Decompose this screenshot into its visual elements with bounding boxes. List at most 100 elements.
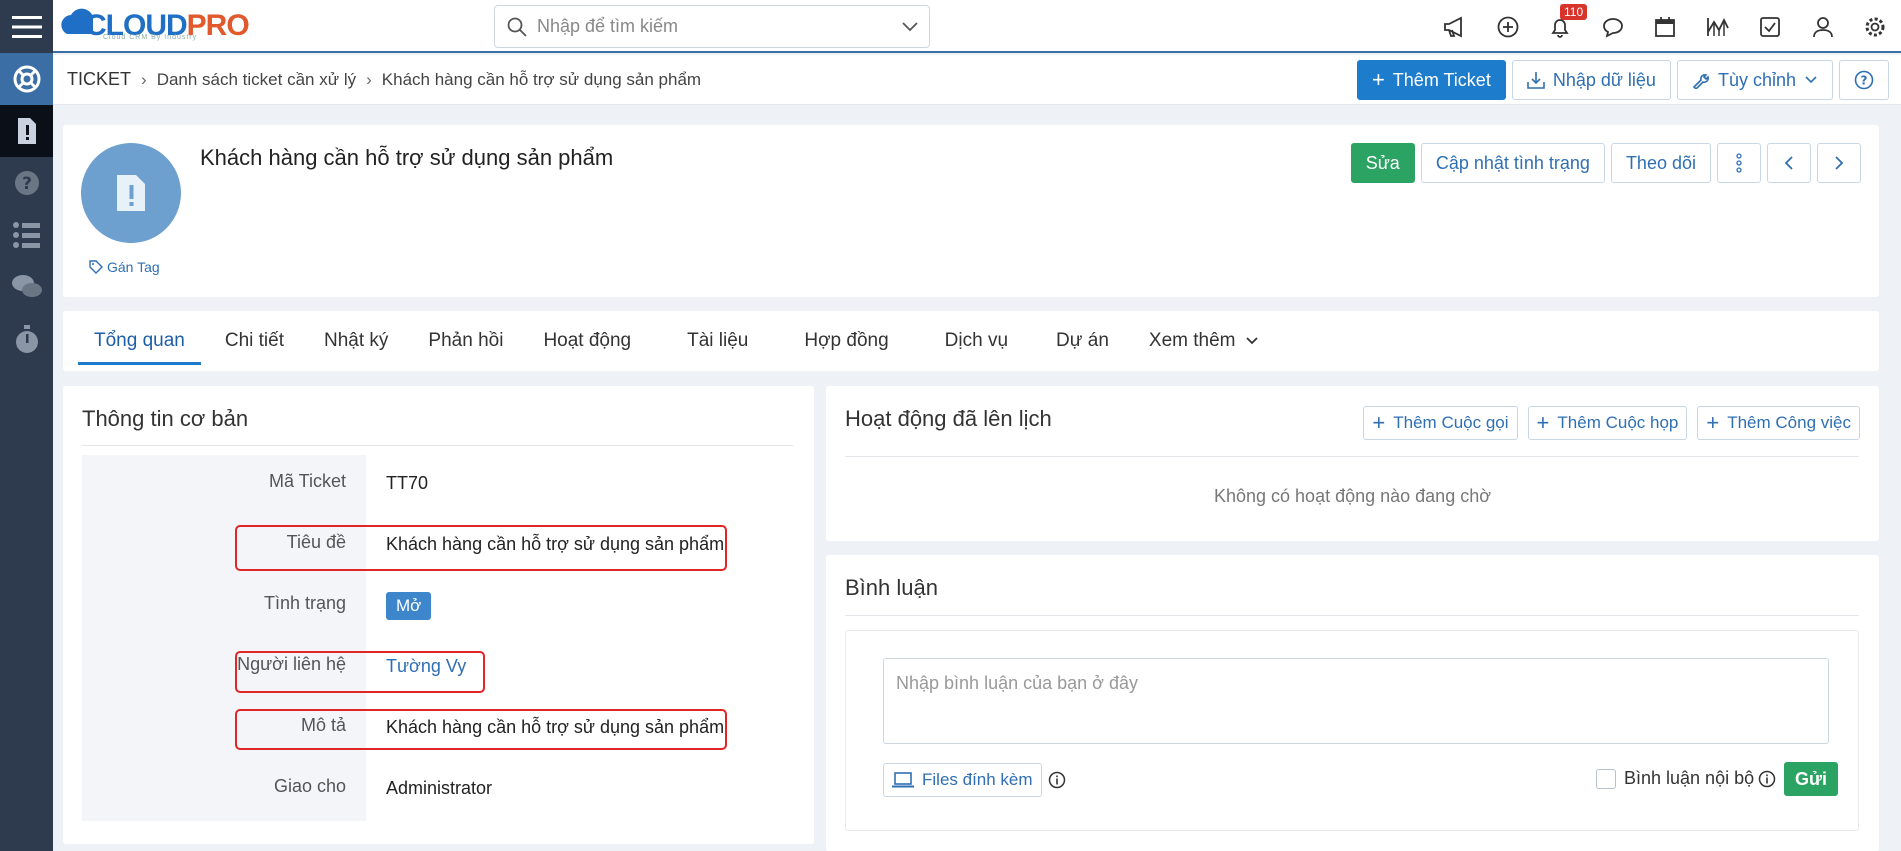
settings-button[interactable] <box>1849 0 1901 53</box>
internal-comment-toggle[interactable]: Bình luận nội bộ <box>1596 768 1776 789</box>
import-data-button[interactable]: Nhập dữ liệu <box>1511 60 1671 100</box>
breadcrumb-root[interactable]: TICKET <box>67 69 131 90</box>
plus-circle-icon <box>1497 16 1519 37</box>
sidebar-item-ticket[interactable] <box>0 105 53 157</box>
chevron-down-icon[interactable] <box>901 21 919 33</box>
divider <box>845 456 1859 457</box>
calendar-button[interactable] <box>1639 0 1692 53</box>
plus-icon: + <box>1706 410 1720 435</box>
attach-files-label: Files đính kèm <box>922 770 1033 789</box>
tab-contracts[interactable]: Hợp đồng <box>788 311 904 371</box>
chevron-down-icon <box>1805 76 1817 84</box>
sidebar-item-support[interactable] <box>0 53 53 105</box>
sidebar-item-faq[interactable]: ? <box>0 157 53 209</box>
question-icon: ? <box>14 171 39 195</box>
field-label: Mã Ticket <box>82 455 366 516</box>
add-call-button[interactable]: + Thêm Cuộc gọi <box>1363 406 1518 440</box>
tasks-button[interactable] <box>1744 0 1797 53</box>
send-comment-button[interactable]: Gửi <box>1784 762 1839 796</box>
plus-icon: + <box>1536 410 1550 435</box>
breadcrumb-bar: TICKET › Danh sách ticket cần xử lý › Kh… <box>53 55 1901 105</box>
tab-services[interactable]: Dịch vụ <box>929 311 1024 371</box>
help-button[interactable]: ? <box>1839 60 1889 100</box>
gear-icon <box>1865 17 1885 36</box>
internal-comment-checkbox[interactable] <box>1596 768 1616 789</box>
cloudpro-logo[interactable]: CLOUDPRO Cloud CRM By Industry <box>61 2 250 50</box>
user-icon <box>1812 16 1833 37</box>
global-search[interactable] <box>494 5 930 48</box>
more-options-button[interactable] <box>1717 143 1761 183</box>
header-toolbar: 110 <box>1429 0 1901 53</box>
laptop-icon <box>892 772 914 788</box>
field-assigned-to: Giao cho Administrator <box>82 760 793 821</box>
record-title: Khách hàng cần hỗ trợ sử dụng sản phẩm <box>200 145 614 170</box>
basic-info-fields: Mã Ticket TT70 Tiêu đề Khách hàng cần hỗ… <box>82 455 793 821</box>
status-badge[interactable]: Mở <box>386 592 432 620</box>
ticket-file-icon <box>117 175 145 211</box>
previous-record-button[interactable] <box>1767 143 1811 183</box>
follow-button[interactable]: Theo dõi <box>1610 143 1711 183</box>
chat-bubbles-icon <box>11 275 42 297</box>
highlight-box-subject <box>235 525 727 571</box>
comments-title: Bình luận <box>845 575 938 600</box>
add-task-button[interactable]: + Thêm Công việc <box>1697 406 1860 440</box>
calendar-icon <box>1655 16 1676 37</box>
download-icon <box>1527 72 1545 89</box>
help-circle-icon: ? <box>1854 70 1874 90</box>
tab-feedback[interactable]: Phản hồi <box>412 311 519 371</box>
tab-log[interactable]: Nhật ký <box>308 311 404 371</box>
tab-activities[interactable]: Hoạt động <box>527 311 647 371</box>
tab-details[interactable]: Chi tiết <box>209 311 300 371</box>
tab-overview[interactable]: Tổng quan <box>78 311 201 371</box>
record-avatar <box>81 143 181 243</box>
tab-more[interactable]: Xem thêm <box>1133 311 1276 371</box>
customize-button[interactable]: Tùy chỉnh <box>1676 60 1833 100</box>
reports-button[interactable] <box>1692 0 1745 53</box>
record-header: Gán Tag Khách hàng cần hỗ trợ sử dụng sả… <box>63 125 1879 297</box>
user-profile-button[interactable] <box>1797 0 1850 53</box>
field-value[interactable]: Administrator <box>366 760 793 821</box>
chevron-right-icon: › <box>366 69 372 89</box>
stopwatch-icon <box>15 325 38 353</box>
next-record-button[interactable] <box>1817 143 1861 183</box>
sidebar-item-chat[interactable] <box>0 261 53 313</box>
info-icon[interactable] <box>1048 771 1066 789</box>
info-icon[interactable] <box>1758 770 1776 788</box>
checkbox-icon <box>1760 16 1781 37</box>
list-icon <box>12 222 40 248</box>
update-status-button[interactable]: Cập nhật tình trạng <box>1420 143 1605 183</box>
breadcrumb-current: Khách hàng cần hỗ trợ sử dụng sản phẩm <box>381 69 702 89</box>
breadcrumb-list[interactable]: Danh sách ticket cần xử lý <box>157 70 356 90</box>
comment-input[interactable] <box>883 658 1829 744</box>
attach-files-button[interactable]: Files đính kèm <box>883 763 1042 797</box>
customize-label: Tùy chỉnh <box>1717 69 1796 90</box>
tab-documents[interactable]: Tài liệu <box>671 311 764 371</box>
field-value: TT70 <box>386 473 429 493</box>
edit-button[interactable]: Sửa <box>1350 143 1415 183</box>
page-actions: + Thêm Ticket Nhập dữ liệu Tùy chỉnh ? <box>1356 60 1889 100</box>
field-ticket-code: Mã Ticket TT70 <box>82 455 793 516</box>
add-task-label: Thêm Công việc <box>1727 413 1851 432</box>
tag-icon <box>89 260 103 274</box>
sidebar-item-timer[interactable] <box>0 313 53 365</box>
svg-text:?: ? <box>1861 74 1868 88</box>
notifications-button[interactable]: 110 <box>1534 0 1588 53</box>
tab-projects[interactable]: Dự án <box>1040 311 1125 371</box>
import-data-label: Nhập dữ liệu <box>1552 69 1656 90</box>
search-input[interactable] <box>537 16 901 37</box>
assign-tag-label: Gán Tag <box>107 259 160 275</box>
tab-more-label: Xem thêm <box>1148 330 1236 351</box>
highlight-box-description <box>235 709 727 750</box>
add-meeting-label: Thêm Cuộc họp <box>1557 413 1679 432</box>
chevron-left-icon <box>1784 156 1793 170</box>
add-ticket-button[interactable]: + Thêm Ticket <box>1356 60 1506 100</box>
menu-toggle-button[interactable] <box>0 0 53 53</box>
messages-button[interactable] <box>1587 0 1640 53</box>
sidebar-item-list[interactable] <box>0 209 53 261</box>
divider <box>845 615 1859 616</box>
add-meeting-button[interactable]: + Thêm Cuộc họp <box>1527 406 1688 440</box>
announcement-button[interactable] <box>1429 0 1482 53</box>
assign-tag-link[interactable]: Gán Tag <box>89 259 160 275</box>
quick-create-button[interactable] <box>1482 0 1535 53</box>
search-icon <box>507 17 527 37</box>
